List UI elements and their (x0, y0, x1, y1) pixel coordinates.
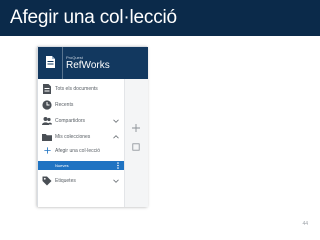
sidebar-item-label: Tots els documents (55, 86, 98, 92)
sidebar-item-recent[interactable]: Recents (38, 97, 124, 113)
chevron-up-icon[interactable] (113, 134, 119, 140)
sidebar-item-tags[interactable]: Etiquetes (38, 173, 124, 189)
users-icon (42, 117, 52, 125)
kebab-menu-icon[interactable] (117, 162, 119, 169)
refworks-logo-icon (46, 56, 55, 68)
slide-page-number: 44 (302, 221, 308, 227)
add-collection-label: Afegir una col·lecció (55, 148, 101, 154)
brand-name: RefWorks (66, 60, 110, 71)
refworks-sidebar-panel: ProQuest RefWorks Tots els documents Rec… (37, 46, 148, 207)
slide-title: Afegir una col·lecció (10, 7, 177, 28)
collection-item-nueves[interactable]: Nueves (38, 161, 124, 170)
collection-item-label: Nueves (55, 163, 69, 168)
sidebar-nav: Tots els documents Recents Compartidors (38, 79, 124, 207)
action-rail (124, 79, 148, 207)
sidebar-body: Tots els documents Recents Compartidors (38, 79, 148, 207)
sidebar-item-label: Mis colecciones (55, 134, 91, 140)
chevron-down-icon[interactable] (113, 178, 119, 184)
folder-icon (42, 134, 52, 141)
app-header: ProQuest RefWorks (38, 47, 148, 79)
sidebar-item-shared[interactable]: Compartidors (38, 113, 124, 129)
sidebar-item-label: Compartidors (55, 118, 86, 124)
clock-icon (42, 100, 52, 110)
plus-icon (44, 147, 51, 154)
slide-title-bar: Afegir una col·lecció (0, 0, 320, 36)
sidebar-item-label: Etiquetes (55, 178, 76, 184)
sidebar-item-all-documents[interactable]: Tots els documents (38, 81, 124, 97)
add-icon[interactable] (131, 123, 141, 133)
brand-divider (62, 47, 63, 79)
tag-icon (42, 176, 52, 186)
document-icon (43, 84, 51, 94)
chevron-down-icon[interactable] (113, 118, 119, 124)
document-outline-icon[interactable] (132, 143, 140, 151)
sidebar-item-label: Recents (55, 102, 74, 108)
add-collection-link[interactable]: Afegir una col·lecció (38, 143, 124, 159)
